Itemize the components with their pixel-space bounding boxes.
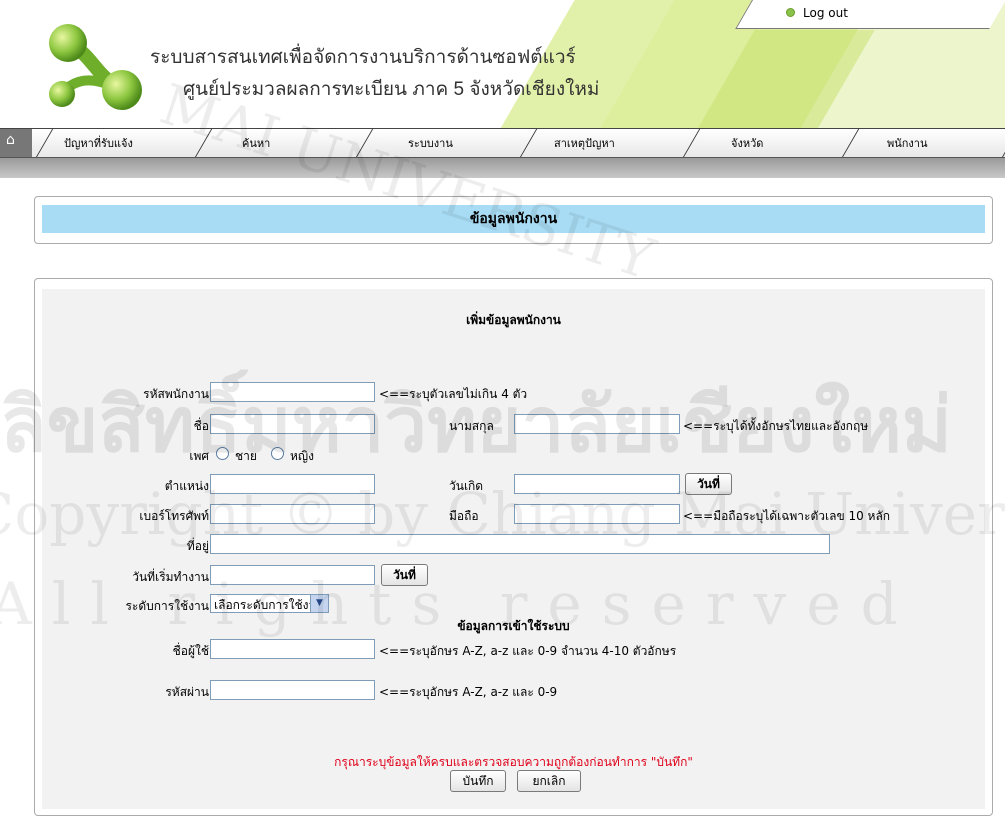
save-button[interactable]: บันทึก bbox=[450, 770, 506, 792]
nav-item-problem-cause[interactable]: สาเหตุปัญหา bbox=[554, 129, 615, 157]
employee-form: เพิ่มข้อมูลพนักงาน รหัสพนักงาน <==ระบุตั… bbox=[42, 289, 985, 809]
position-label: ตำแหน่ง bbox=[164, 479, 209, 493]
gender-female-label: หญิง bbox=[290, 449, 314, 463]
access-level-select[interactable]: เลือกระดับการใช้งาน ▼ bbox=[210, 594, 329, 613]
birthdate-input[interactable] bbox=[514, 474, 680, 494]
password-input[interactable] bbox=[210, 680, 375, 700]
address-label: ที่อยู่ bbox=[186, 539, 209, 553]
gender-female-radio[interactable] bbox=[271, 447, 284, 460]
home-icon: ⌂ bbox=[6, 132, 15, 148]
start-date-input[interactable] bbox=[210, 565, 375, 585]
employee-id-input[interactable] bbox=[210, 382, 375, 402]
gender-label: เพศ bbox=[189, 449, 209, 463]
app-subtitle: ศูนย์ประมวลผลการทะเบียน ภาค 5 จังหวัดเชี… bbox=[183, 79, 600, 100]
main-nav: ⌂ ปัญหาที่รับแจ้ง ค้นหา ระบบงาน สาเหตุปั… bbox=[0, 128, 1005, 159]
address-input[interactable] bbox=[210, 534, 830, 554]
start-date-label: วันที่เริ่มทำงาน bbox=[132, 570, 209, 584]
chevron-down-icon: ▼ bbox=[310, 595, 328, 612]
employee-id-label: รหัสพนักงาน bbox=[143, 387, 209, 401]
username-label: ชื่อผู้ใช้ bbox=[172, 644, 209, 658]
name-hint: <==ระบุได้ทั้งอักษรไทยและอังกฤษ bbox=[683, 419, 869, 433]
mobile-input[interactable] bbox=[514, 504, 680, 524]
logout-link[interactable]: Log out bbox=[786, 6, 848, 20]
first-name-label: ชื่อ bbox=[193, 419, 209, 433]
logout-area: Log out bbox=[735, 0, 1005, 30]
home-button[interactable]: ⌂ bbox=[0, 129, 32, 157]
nav-item-search[interactable]: ค้นหา bbox=[242, 129, 270, 157]
last-name-input[interactable] bbox=[514, 414, 680, 434]
gender-male-label: ชาย bbox=[235, 449, 257, 463]
nav-underbar bbox=[0, 158, 1005, 178]
validation-warning: กรุณาระบุข้อมูลให้ครบและตรวจสอบความถูกต้… bbox=[334, 755, 693, 769]
nav-item-province[interactable]: จังหวัด bbox=[731, 129, 763, 157]
form-heading: เพิ่มข้อมูลพนักงาน bbox=[466, 313, 561, 327]
employee-id-hint: <==ระบุตัวเลขไม่เกิน 4 ตัว bbox=[379, 387, 528, 401]
app-title: ระบบสารสนเทศเพื่อจัดการงานบริการด้านซอฟต… bbox=[150, 47, 576, 68]
birthdate-label: วันเกิด bbox=[449, 479, 484, 493]
mobile-label: มือถือ bbox=[449, 509, 479, 523]
access-level-label: ระดับการใช้งาน bbox=[125, 599, 209, 613]
birthdate-picker-button[interactable]: วันที่ bbox=[685, 473, 732, 495]
status-dot-icon bbox=[786, 8, 795, 17]
username-input[interactable] bbox=[210, 639, 375, 659]
nav-item-system[interactable]: ระบบงาน bbox=[408, 129, 453, 157]
nav-item-reported-problems[interactable]: ปัญหาที่รับแจ้ง bbox=[64, 129, 133, 157]
employee-form-box: เพิ่มข้อมูลพนักงาน รหัสพนักงาน <==ระบุตั… bbox=[34, 278, 993, 816]
first-name-input[interactable] bbox=[210, 414, 375, 434]
page-title: ข้อมูลพนักงาน bbox=[469, 211, 558, 227]
cancel-button[interactable]: ยกเลิก bbox=[517, 770, 581, 792]
mobile-hint: <==มือถือระบุได้เฉพาะตัวเลข 10 หลัก bbox=[683, 509, 891, 523]
username-hint: <==ระบุอักษร A-Z, a-z และ 0-9 จำนวน 4-10… bbox=[379, 644, 677, 658]
nav-item-employee[interactable]: พนักงาน bbox=[887, 129, 928, 157]
login-section-heading: ข้อมูลการเข้าใช้ระบบ bbox=[457, 619, 570, 633]
header: ระบบสารสนเทศเพื่อจัดการงานบริการด้านซอฟต… bbox=[0, 0, 1005, 128]
position-input[interactable] bbox=[210, 474, 375, 494]
last-name-label: นามสกุล bbox=[449, 419, 494, 433]
phone-label: เบอร์โทรศัพท์ bbox=[139, 509, 209, 523]
logo-icon bbox=[49, 24, 142, 110]
password-label: รหัสผ่าน bbox=[165, 685, 209, 699]
gender-male-radio[interactable] bbox=[216, 447, 229, 460]
page-title-box: ข้อมูลพนักงาน bbox=[34, 196, 993, 244]
password-hint: <==ระบุอักษร A-Z, a-z และ 0-9 bbox=[379, 685, 558, 699]
start-date-picker-button[interactable]: วันที่ bbox=[381, 564, 428, 586]
phone-input[interactable] bbox=[210, 504, 375, 524]
